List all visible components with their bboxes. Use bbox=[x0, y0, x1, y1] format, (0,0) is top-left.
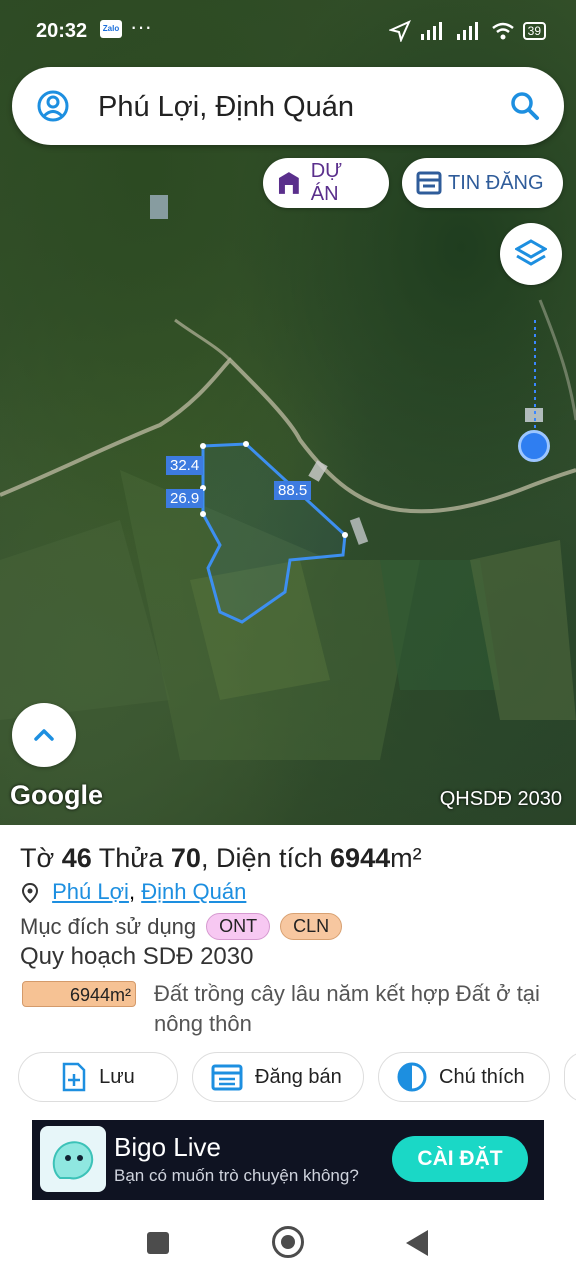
edge-length-label: 88.5 bbox=[274, 481, 312, 500]
clock: 20:32 bbox=[36, 20, 88, 42]
parcel-title: Tờ 46 Thửa 70, Diện tích 6944m² bbox=[20, 843, 422, 874]
battery-icon: 39 bbox=[522, 22, 546, 40]
expand-up-button[interactable] bbox=[12, 703, 76, 767]
more-actions-button[interactable] bbox=[564, 1052, 576, 1102]
listing-icon bbox=[416, 171, 442, 195]
ad-app-name: Bigo Live bbox=[114, 1132, 221, 1162]
district-link[interactable]: Định Quán bbox=[141, 879, 246, 904]
location-pin-icon bbox=[22, 883, 38, 904]
signal-icon-2 bbox=[456, 22, 478, 40]
add-document-icon bbox=[62, 1062, 86, 1092]
to-value: 46 bbox=[61, 843, 92, 873]
account-icon[interactable] bbox=[36, 89, 70, 123]
sell-post-button[interactable]: Đăng bán bbox=[192, 1052, 364, 1102]
bigo-live-logo bbox=[40, 1126, 106, 1192]
signal-icon bbox=[420, 22, 442, 40]
thua-label: Thửa bbox=[98, 843, 164, 873]
land-use-label: Mục đích sử dụng bbox=[20, 913, 197, 939]
wifi-icon bbox=[491, 22, 514, 40]
ad-subtitle: Bạn có muốn trò chuyện không? bbox=[114, 1166, 359, 1185]
contrast-icon bbox=[397, 1062, 427, 1092]
planning-description: Đất trồng cây lâu năm kết hợp Đất ở tại … bbox=[154, 981, 540, 1036]
more-notifications-icon: ··· bbox=[130, 14, 152, 39]
dien-tich-value: 6944 bbox=[330, 843, 391, 873]
calendar-list-icon bbox=[211, 1064, 243, 1091]
parcel-info-panel: Tờ 46 Thửa 70, Diện tích 6944m² Phú Lợi,… bbox=[0, 825, 576, 1115]
edge-length-label: 32.4 bbox=[166, 456, 204, 475]
dien-tich-label: , Diện tích bbox=[200, 843, 323, 873]
area-unit: m² bbox=[390, 843, 422, 873]
thua-value: 70 bbox=[170, 843, 201, 873]
search-input[interactable] bbox=[96, 85, 500, 129]
map-layer-label: QHSDĐ 2030 bbox=[439, 788, 562, 810]
planning-heading: Quy hoạch SDĐ 2030 bbox=[20, 943, 254, 970]
my-location-dot bbox=[518, 430, 550, 462]
land-use-tag: CLN bbox=[280, 913, 343, 940]
location-arrow-icon bbox=[388, 20, 411, 42]
legend-label: Chú thích bbox=[439, 1065, 525, 1088]
location-separator: , bbox=[128, 879, 136, 904]
google-logo: Google bbox=[10, 780, 103, 810]
chevron-up-icon bbox=[34, 729, 54, 741]
save-button[interactable]: Lưu bbox=[18, 1052, 178, 1102]
status-bar: 20:32 Zalo ··· 39 bbox=[0, 0, 576, 60]
layers-icon bbox=[515, 239, 547, 266]
ward-link[interactable]: Phú Lợi bbox=[52, 879, 129, 904]
sell-post-label: Đăng bán bbox=[255, 1065, 342, 1088]
search-icon[interactable] bbox=[510, 91, 540, 121]
zalo-icon: Zalo bbox=[100, 20, 122, 38]
save-label: Lưu bbox=[99, 1065, 135, 1088]
back-button[interactable] bbox=[406, 1230, 428, 1256]
recents-button[interactable] bbox=[147, 1232, 169, 1254]
search-bar[interactable] bbox=[12, 67, 564, 145]
land-use-tag: ONT bbox=[206, 913, 271, 940]
tin-dang-label: TIN ĐĂNG bbox=[448, 171, 544, 194]
action-buttons: Lưu Đăng bán Chú thích bbox=[18, 1052, 576, 1102]
parcel-location: Phú Lợi, Định Quán bbox=[22, 879, 246, 905]
install-button[interactable]: CÀI ĐẶT bbox=[392, 1136, 528, 1182]
layers-button[interactable] bbox=[500, 223, 562, 285]
ad-banner[interactable]: Bigo Live Bạn có muốn trò chuyện không? … bbox=[32, 1120, 544, 1200]
legend-button[interactable]: Chú thích bbox=[378, 1052, 550, 1102]
home-button[interactable] bbox=[272, 1226, 304, 1258]
planning-area-badge: 6944m² bbox=[22, 981, 136, 1007]
tin-dang-button[interactable]: TIN ĐĂNG bbox=[402, 158, 563, 208]
land-use-row: Mục đích sử dụng ONT CLN bbox=[20, 913, 343, 940]
du-an-button[interactable]: DỰ ÁN bbox=[263, 158, 389, 208]
android-nav-bar bbox=[0, 1204, 576, 1280]
du-an-label: DỰ ÁN bbox=[310, 160, 343, 205]
edge-length-label: 26.9 bbox=[166, 489, 204, 508]
building-icon bbox=[278, 172, 299, 194]
to-label: Tờ bbox=[20, 843, 55, 873]
